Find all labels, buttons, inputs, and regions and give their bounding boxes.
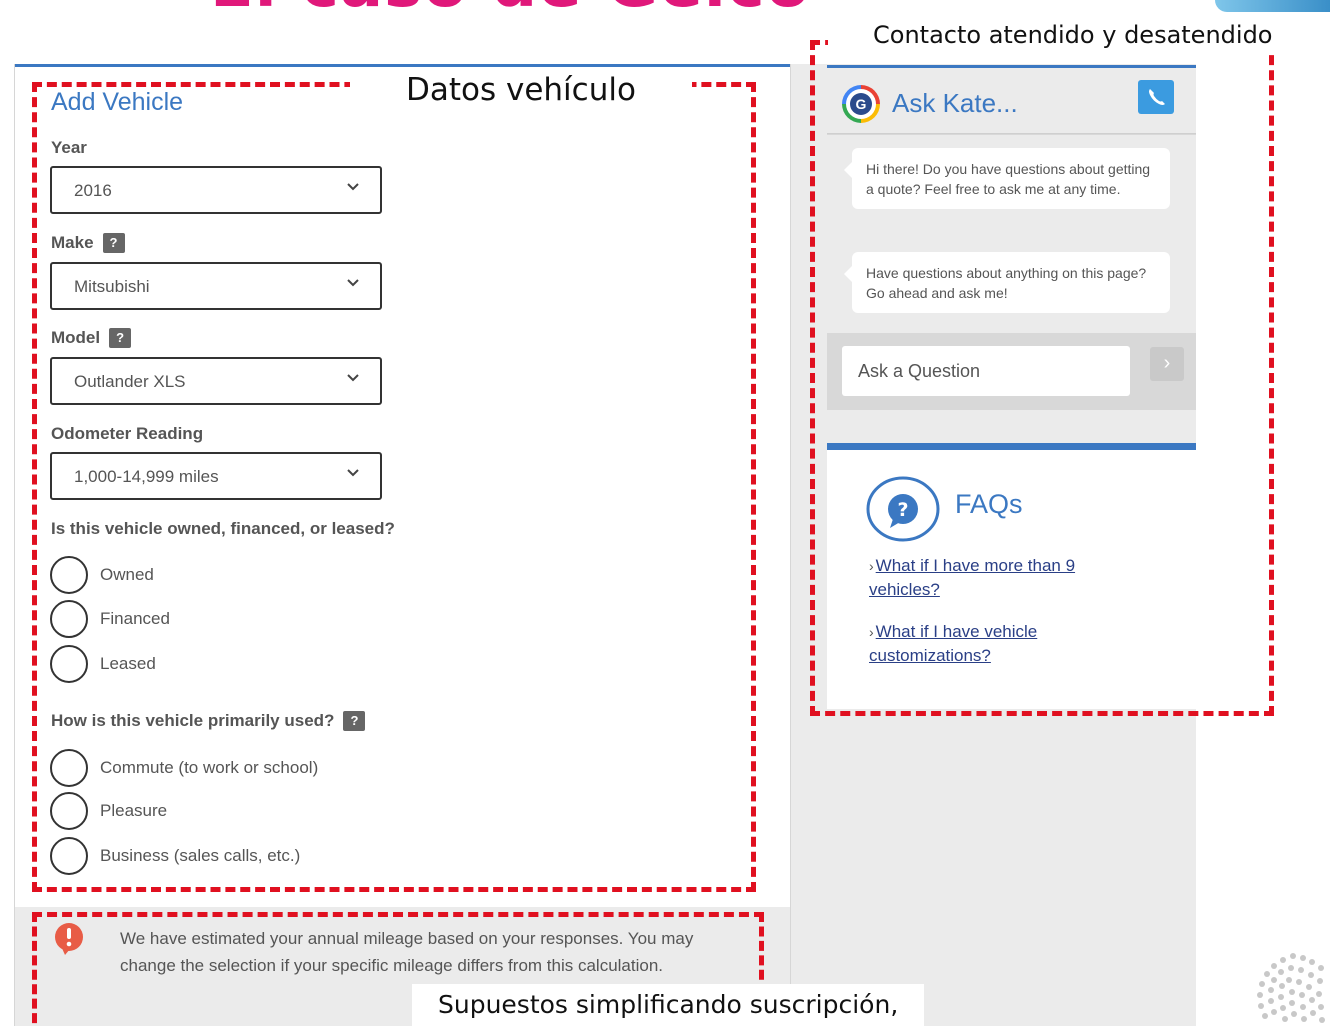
annotation-label-vehicle-data: Datos vehículo bbox=[350, 70, 692, 110]
panel-left-border bbox=[14, 64, 15, 1026]
slide-title: El caso de Geico bbox=[210, 0, 811, 22]
corner-logo bbox=[1215, 0, 1330, 12]
panel-right-border bbox=[790, 64, 791, 1026]
annotation-box-vehicle-data bbox=[32, 82, 756, 892]
annotation-label-assumptions: Supuestos simplificando suscripción, bbox=[412, 984, 925, 1026]
corner-dots-decoration bbox=[1257, 953, 1325, 1023]
annotation-box-contact bbox=[810, 40, 1274, 716]
annotation-label-contact: Contacto atendido y desatendido bbox=[828, 18, 1299, 52]
